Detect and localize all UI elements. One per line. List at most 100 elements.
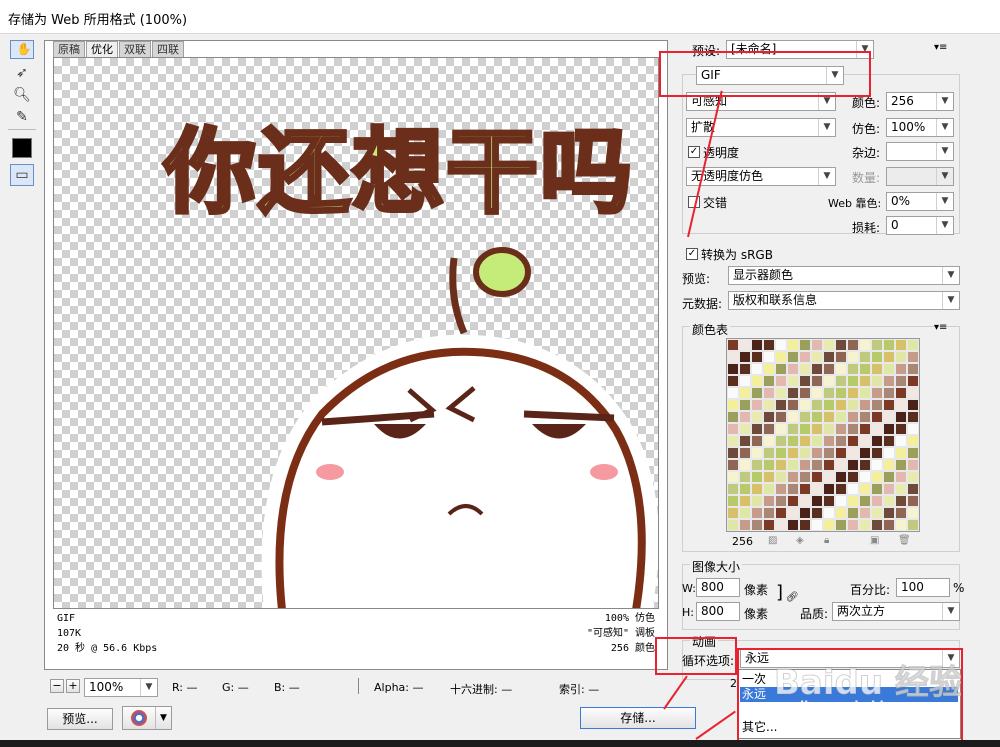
color-swatch[interactable] [883, 423, 895, 435]
color-swatch[interactable] [859, 471, 871, 483]
color-swatch[interactable] [739, 471, 751, 483]
color-swatch[interactable] [907, 423, 919, 435]
color-swatch[interactable] [751, 399, 763, 411]
color-swatch[interactable] [823, 495, 835, 507]
color-swatch[interactable] [787, 447, 799, 459]
color-swatch[interactable] [883, 375, 895, 387]
color-swatch[interactable] [811, 447, 823, 459]
color-swatch[interactable] [859, 507, 871, 519]
color-swatch[interactable] [871, 339, 883, 351]
color-swatch[interactable] [811, 459, 823, 471]
color-swatch[interactable] [859, 387, 871, 399]
color-swatch[interactable] [907, 411, 919, 423]
color-swatch[interactable] [763, 459, 775, 471]
image-preview-canvas[interactable]: 你还想干吗 [53, 57, 659, 609]
color-swatch[interactable] [799, 387, 811, 399]
color-swatch[interactable] [907, 339, 919, 351]
color-swatch[interactable] [847, 363, 859, 375]
color-swatch[interactable] [847, 399, 859, 411]
color-swatch[interactable] [751, 363, 763, 375]
color-swatch[interactable] [871, 447, 883, 459]
color-swatch[interactable] [871, 483, 883, 495]
color-swatch[interactable] [907, 459, 919, 471]
color-swatch[interactable] [727, 447, 739, 459]
color-swatch[interactable] [787, 507, 799, 519]
color-swatch[interactable] [907, 387, 919, 399]
color-swatch[interactable] [895, 399, 907, 411]
color-swatch[interactable] [823, 375, 835, 387]
color-swatch[interactable] [895, 339, 907, 351]
color-swatch[interactable] [799, 375, 811, 387]
color-swatch[interactable] [859, 495, 871, 507]
color-swatch[interactable] [835, 387, 847, 399]
color-swatch[interactable] [859, 375, 871, 387]
color-swatch[interactable] [847, 339, 859, 351]
color-swatch[interactable] [775, 339, 787, 351]
color-swatch[interactable] [739, 447, 751, 459]
color-swatch[interactable] [787, 411, 799, 423]
color-swatch[interactable] [787, 471, 799, 483]
color-swatch[interactable] [895, 459, 907, 471]
color-swatch[interactable] [811, 363, 823, 375]
color-swatch[interactable] [775, 399, 787, 411]
color-swatch[interactable] [727, 507, 739, 519]
color-swatch[interactable] [739, 387, 751, 399]
color-swatch[interactable] [859, 519, 871, 531]
color-swatch[interactable] [823, 459, 835, 471]
lock-color-icon[interactable]: 🔒︎ [824, 535, 829, 546]
color-swatch[interactable] [847, 459, 859, 471]
color-swatch[interactable] [727, 471, 739, 483]
color-swatch[interactable] [835, 447, 847, 459]
color-swatch[interactable] [739, 411, 751, 423]
color-swatch[interactable] [811, 519, 823, 531]
color-swatch[interactable] [799, 483, 811, 495]
eyedropper-tool-icon[interactable]: ✎ [10, 106, 34, 128]
color-swatch[interactable] [739, 495, 751, 507]
color-swatch[interactable] [823, 435, 835, 447]
color-swatch[interactable] [763, 339, 775, 351]
web-shift-icon[interactable]: ◈ [796, 535, 804, 546]
color-swatch[interactable] [787, 399, 799, 411]
color-swatch[interactable] [775, 363, 787, 375]
color-swatch[interactable] [751, 423, 763, 435]
color-swatch[interactable] [799, 423, 811, 435]
color-swatch[interactable] [835, 519, 847, 531]
color-swatch[interactable] [775, 519, 787, 531]
color-swatch[interactable] [883, 459, 895, 471]
color-swatch[interactable] [811, 495, 823, 507]
browser-select[interactable]: ▼ [122, 706, 172, 730]
color-swatch[interactable] [859, 411, 871, 423]
color-table-menu-icon[interactable]: ▾≡ [934, 322, 947, 333]
color-swatch[interactable] [751, 507, 763, 519]
color-swatch[interactable] [895, 507, 907, 519]
color-swatch[interactable] [835, 483, 847, 495]
color-swatch[interactable] [775, 495, 787, 507]
color-swatch[interactable] [763, 399, 775, 411]
color-swatch[interactable] [787, 519, 799, 531]
color-swatch[interactable] [907, 399, 919, 411]
color-swatch[interactable] [895, 519, 907, 531]
color-swatch[interactable] [835, 459, 847, 471]
color-swatch[interactable] [907, 471, 919, 483]
color-swatch[interactable] [883, 507, 895, 519]
color-swatch[interactable] [883, 363, 895, 375]
color-table-grid[interactable] [726, 338, 920, 532]
preview-mode-select[interactable]: 显示器颜色 ▼ [728, 266, 960, 285]
color-swatch[interactable] [751, 411, 763, 423]
color-swatch[interactable] [847, 519, 859, 531]
transparency-dither-select[interactable]: 无透明度仿色 ▼ [686, 167, 836, 186]
color-swatch[interactable] [871, 423, 883, 435]
color-swatch[interactable] [763, 507, 775, 519]
color-swatch[interactable] [739, 339, 751, 351]
color-swatch[interactable] [871, 471, 883, 483]
color-swatch[interactable] [739, 519, 751, 531]
color-swatch[interactable] [727, 399, 739, 411]
tab-original[interactable]: 原稿 [53, 41, 85, 57]
color-swatch[interactable] [883, 339, 895, 351]
color-swatch[interactable] [787, 423, 799, 435]
color-swatch[interactable] [751, 447, 763, 459]
color-swatch[interactable] [907, 495, 919, 507]
color-swatch[interactable] [835, 411, 847, 423]
color-swatch[interactable] [811, 387, 823, 399]
color-swatch[interactable] [811, 483, 823, 495]
